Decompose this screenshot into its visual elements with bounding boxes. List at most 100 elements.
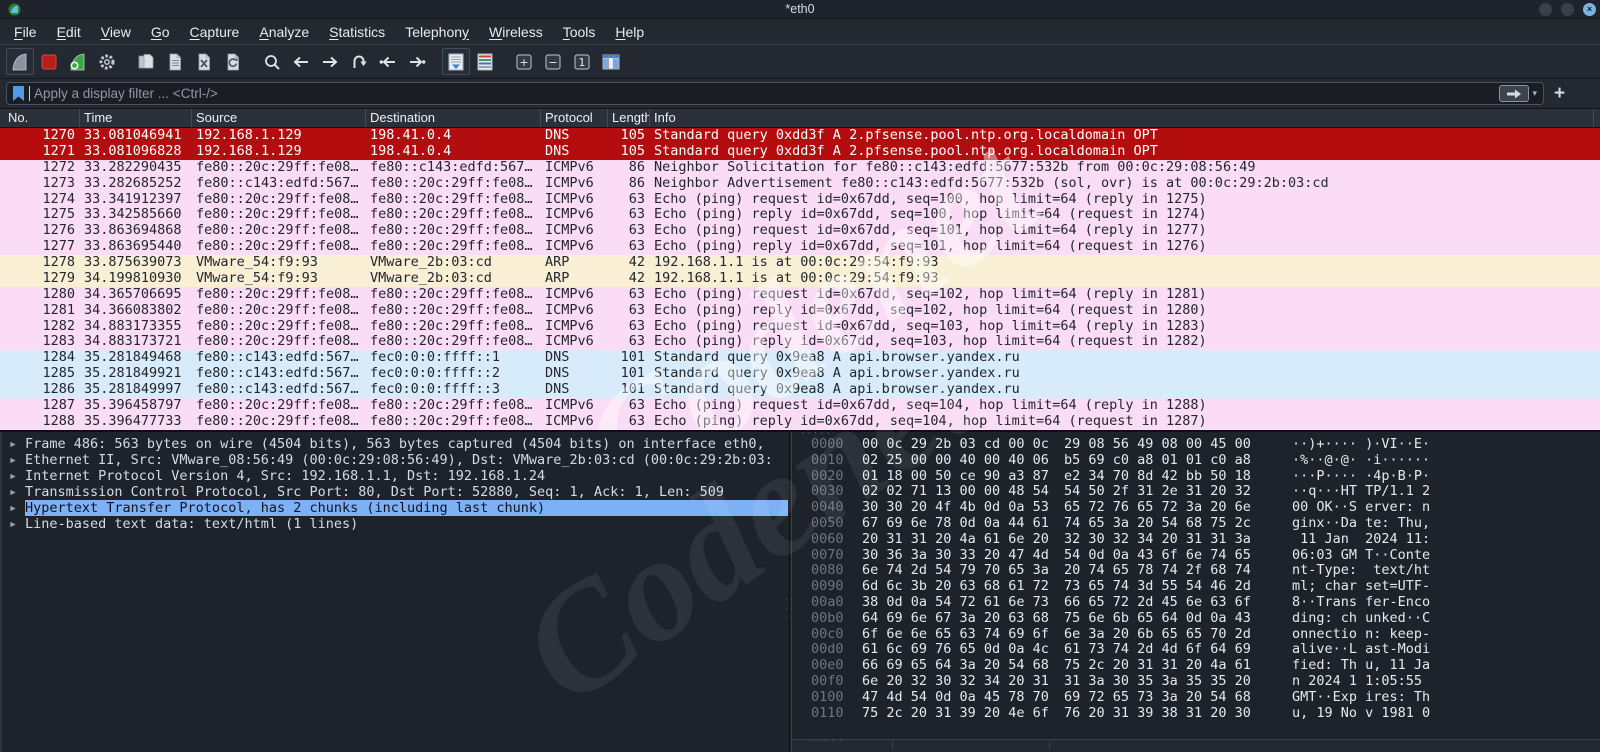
resize-columns-button[interactable] xyxy=(597,48,625,75)
hex-row-0010[interactable]: 001002 25 00 00 40 00 40 06b5 69 c0 a8 0… xyxy=(792,453,1600,469)
column-header-no[interactable]: No. xyxy=(0,109,80,127)
restart-capture-button[interactable] xyxy=(64,48,92,75)
expand-arrow-icon[interactable]: ▸ xyxy=(2,516,25,532)
expand-arrow-icon[interactable]: ▸ xyxy=(2,436,25,452)
hex-row-0100[interactable]: 010047 4d 54 0d 0a 45 78 7069 72 65 73 3… xyxy=(792,690,1600,706)
packet-row-1273[interactable]: 127333.282685252fe80::c143:edfd:567…fe80… xyxy=(0,176,1600,192)
go-next-packet-button[interactable] xyxy=(316,48,344,75)
menu-tools[interactable]: Tools xyxy=(553,19,606,45)
column-header-source[interactable]: Source xyxy=(192,109,366,127)
menu-wireless[interactable]: Wireless xyxy=(479,19,553,45)
menu-capture[interactable]: Capture xyxy=(180,19,250,45)
packet-row-1272[interactable]: 127233.282290435fe80::20c:29ff:fe08…fe80… xyxy=(0,160,1600,176)
cell-src: fe80::20c:29ff:fe08… xyxy=(192,414,366,430)
menu-file[interactable]: File xyxy=(4,19,47,45)
go-to-packet-button[interactable] xyxy=(345,48,373,75)
detail-row[interactable]: ▸Internet Protocol Version 4, Src: 192.1… xyxy=(2,468,788,484)
hex-row-0040[interactable]: 004030 30 20 4f 4b 0d 0a 5365 72 76 65 7… xyxy=(792,500,1600,516)
hex-offset: 00c0 xyxy=(811,627,849,643)
detail-row[interactable]: ▸Line-based text data: text/html (1 line… xyxy=(2,516,788,532)
packet-row-1275[interactable]: 127533.342585660fe80::20c:29ff:fe08…fe80… xyxy=(0,207,1600,223)
packet-row-1285[interactable]: 128535.281849921fe80::c143:edfd:567…fec0… xyxy=(0,366,1600,382)
auto-scroll-button[interactable] xyxy=(442,48,470,75)
packet-row-1284[interactable]: 128435.281849468fe80::c143:edfd:567…fec0… xyxy=(0,350,1600,366)
open-capture-file-button[interactable] xyxy=(132,48,160,75)
packet-row-1274[interactable]: 127433.341912397fe80::20c:29ff:fe08…fe80… xyxy=(0,192,1600,208)
packet-row-1271[interactable]: 127133.081096828192.168.1.129198.41.0.4D… xyxy=(0,144,1600,160)
maximize-button[interactable] xyxy=(1561,3,1574,16)
packet-row-1281[interactable]: 128134.366083802fe80::20c:29ff:fe08…fe80… xyxy=(0,303,1600,319)
zoom-normal-button[interactable]: 1 xyxy=(568,48,596,75)
packet-row-1287[interactable]: 128735.396458797fe80::20c:29ff:fe08…fe80… xyxy=(0,398,1600,414)
go-first-packet-button[interactable] xyxy=(374,48,402,75)
start-capture-button[interactable] xyxy=(6,48,34,75)
hex-row-0020[interactable]: 002001 18 00 50 ce 90 a3 87e2 34 70 8d 4… xyxy=(792,469,1600,485)
expand-arrow-icon[interactable]: ▸ xyxy=(2,468,25,484)
close-capture-file-button[interactable] xyxy=(190,48,218,75)
go-last-packet-button[interactable] xyxy=(403,48,431,75)
packet-row-1277[interactable]: 127733.863695440fe80::20c:29ff:fe08…fe80… xyxy=(0,239,1600,255)
capture-options-button[interactable] xyxy=(93,48,121,75)
column-header-info[interactable]: Info xyxy=(650,109,1594,127)
packet-row-1270[interactable]: 127033.081046941192.168.1.129198.41.0.4D… xyxy=(0,128,1600,144)
hex-row-00e0[interactable]: 00e066 69 65 64 3a 20 54 6875 2c 20 31 3… xyxy=(792,658,1600,674)
hex-row-0070[interactable]: 007030 36 3a 30 33 20 47 4d54 0d 0a 43 6… xyxy=(792,548,1600,564)
hex-row-00f0[interactable]: 00f06e 20 32 30 32 34 20 3131 3a 30 35 3… xyxy=(792,674,1600,690)
detail-row[interactable]: ▸Transmission Control Protocol, Src Port… xyxy=(2,484,788,500)
minimize-button[interactable] xyxy=(1539,3,1552,16)
packet-row-1276[interactable]: 127633.863694868fe80::20c:29ff:fe08…fe80… xyxy=(0,223,1600,239)
hex-row-0090[interactable]: 00906d 6c 3b 20 63 68 61 7273 65 74 3d 5… xyxy=(792,579,1600,595)
menu-edit[interactable]: Edit xyxy=(47,19,91,45)
hex-row-00d0[interactable]: 00d061 6c 69 76 65 0d 0a 4c61 73 74 2d 4… xyxy=(792,642,1600,658)
hex-row-0080[interactable]: 00806e 74 2d 54 79 70 65 3a20 74 65 78 7… xyxy=(792,563,1600,579)
hex-row-0060[interactable]: 006020 31 31 20 4a 61 6e 2032 30 32 34 2… xyxy=(792,532,1600,548)
colorize-packets-button[interactable] xyxy=(471,48,499,75)
go-previous-packet-button[interactable] xyxy=(287,48,315,75)
detail-row[interactable]: ▸Ethernet II, Src: VMware_08:56:49 (00:0… xyxy=(2,452,788,468)
menu-analyze[interactable]: Analyze xyxy=(249,19,319,45)
column-header-protocol[interactable]: Protocol xyxy=(541,109,608,127)
hex-row-00a0[interactable]: 00a038 0d 0a 54 72 61 6e 7366 65 72 2d 4… xyxy=(792,595,1600,611)
packet-row-1278[interactable]: 127833.875639073VMware_54:f9:93VMware_2b… xyxy=(0,255,1600,271)
zoom-in-button[interactable]: + xyxy=(510,48,538,75)
display-filter-input[interactable]: ▾ xyxy=(6,82,1544,105)
packet-row-1280[interactable]: 128034.365706695fe80::20c:29ff:fe08…fe80… xyxy=(0,287,1600,303)
hex-row-00b0[interactable]: 00b064 69 6e 67 3a 20 63 6875 6e 6b 65 6… xyxy=(792,611,1600,627)
reload-capture-file-button[interactable] xyxy=(219,48,247,75)
detail-row[interactable]: ▸Hypertext Transfer Protocol, has 2 chun… xyxy=(2,500,788,516)
packet-row-1288[interactable]: 128835.396477733fe80::20c:29ff:fe08…fe80… xyxy=(0,414,1600,430)
column-header-length[interactable]: Length xyxy=(608,109,650,127)
filter-dropdown-caret[interactable]: ▾ xyxy=(1532,88,1537,99)
packet-row-1283[interactable]: 128334.883173721fe80::20c:29ff:fe08…fe80… xyxy=(0,334,1600,350)
hex-row-00c0[interactable]: 00c06f 6e 6e 65 63 74 69 6f6e 3a 20 6b 6… xyxy=(792,627,1600,643)
hex-row-0030[interactable]: 003002 02 71 13 00 00 48 5454 50 2f 31 2… xyxy=(792,484,1600,500)
close-button[interactable]: × xyxy=(1583,3,1596,16)
column-header-time[interactable]: Time xyxy=(80,109,192,127)
menu-telephony[interactable]: Telephony xyxy=(395,19,479,45)
display-filter-field[interactable] xyxy=(34,86,1499,101)
save-capture-file-button[interactable] xyxy=(161,48,189,75)
add-filter-button[interactable]: + xyxy=(1554,84,1565,103)
packet-row-1279[interactable]: 127934.199810930VMware_54:f9:93VMware_2b… xyxy=(0,271,1600,287)
apply-filter-button[interactable] xyxy=(1499,85,1529,102)
stop-capture-button[interactable] xyxy=(35,48,63,75)
find-packet-button[interactable] xyxy=(258,48,286,75)
column-header-destination[interactable]: Destination xyxy=(366,109,541,127)
menu-statistics[interactable]: Statistics xyxy=(319,19,395,45)
expand-arrow-icon[interactable]: ▸ xyxy=(2,500,25,516)
hex-row-0050[interactable]: 005067 69 6e 78 0d 0a 44 6174 65 3a 20 5… xyxy=(792,516,1600,532)
hex-row-0110[interactable]: 011075 2c 20 31 39 20 4e 6f76 20 31 39 3… xyxy=(792,706,1600,722)
packet-row-1282[interactable]: 128234.883173355fe80::20c:29ff:fe08…fe80… xyxy=(0,319,1600,335)
detail-row[interactable]: ▸Frame 486: 563 bytes on wire (4504 bits… xyxy=(2,436,788,452)
zoom-out-button[interactable]: − xyxy=(539,48,567,75)
hex-bytes-right: 6e 3a 20 6b 65 65 70 2d xyxy=(1064,627,1252,643)
menu-help[interactable]: Help xyxy=(605,19,654,45)
menu-view[interactable]: View xyxy=(91,19,141,45)
expand-arrow-icon[interactable]: ▸ xyxy=(2,484,25,500)
packet-row-1286[interactable]: 128635.281849997fe80::c143:edfd:567…fec0… xyxy=(0,382,1600,398)
filter-bookmark-icon[interactable] xyxy=(13,86,24,101)
hex-row-0000[interactable]: 000000 0c 29 2b 03 cd 00 0c29 08 56 49 0… xyxy=(792,437,1600,453)
menu-go[interactable]: Go xyxy=(141,19,180,45)
cell-info: Standard query 0xdd3f A 2.pfsense.pool.n… xyxy=(650,144,1594,160)
expand-arrow-icon[interactable]: ▸ xyxy=(2,452,25,468)
